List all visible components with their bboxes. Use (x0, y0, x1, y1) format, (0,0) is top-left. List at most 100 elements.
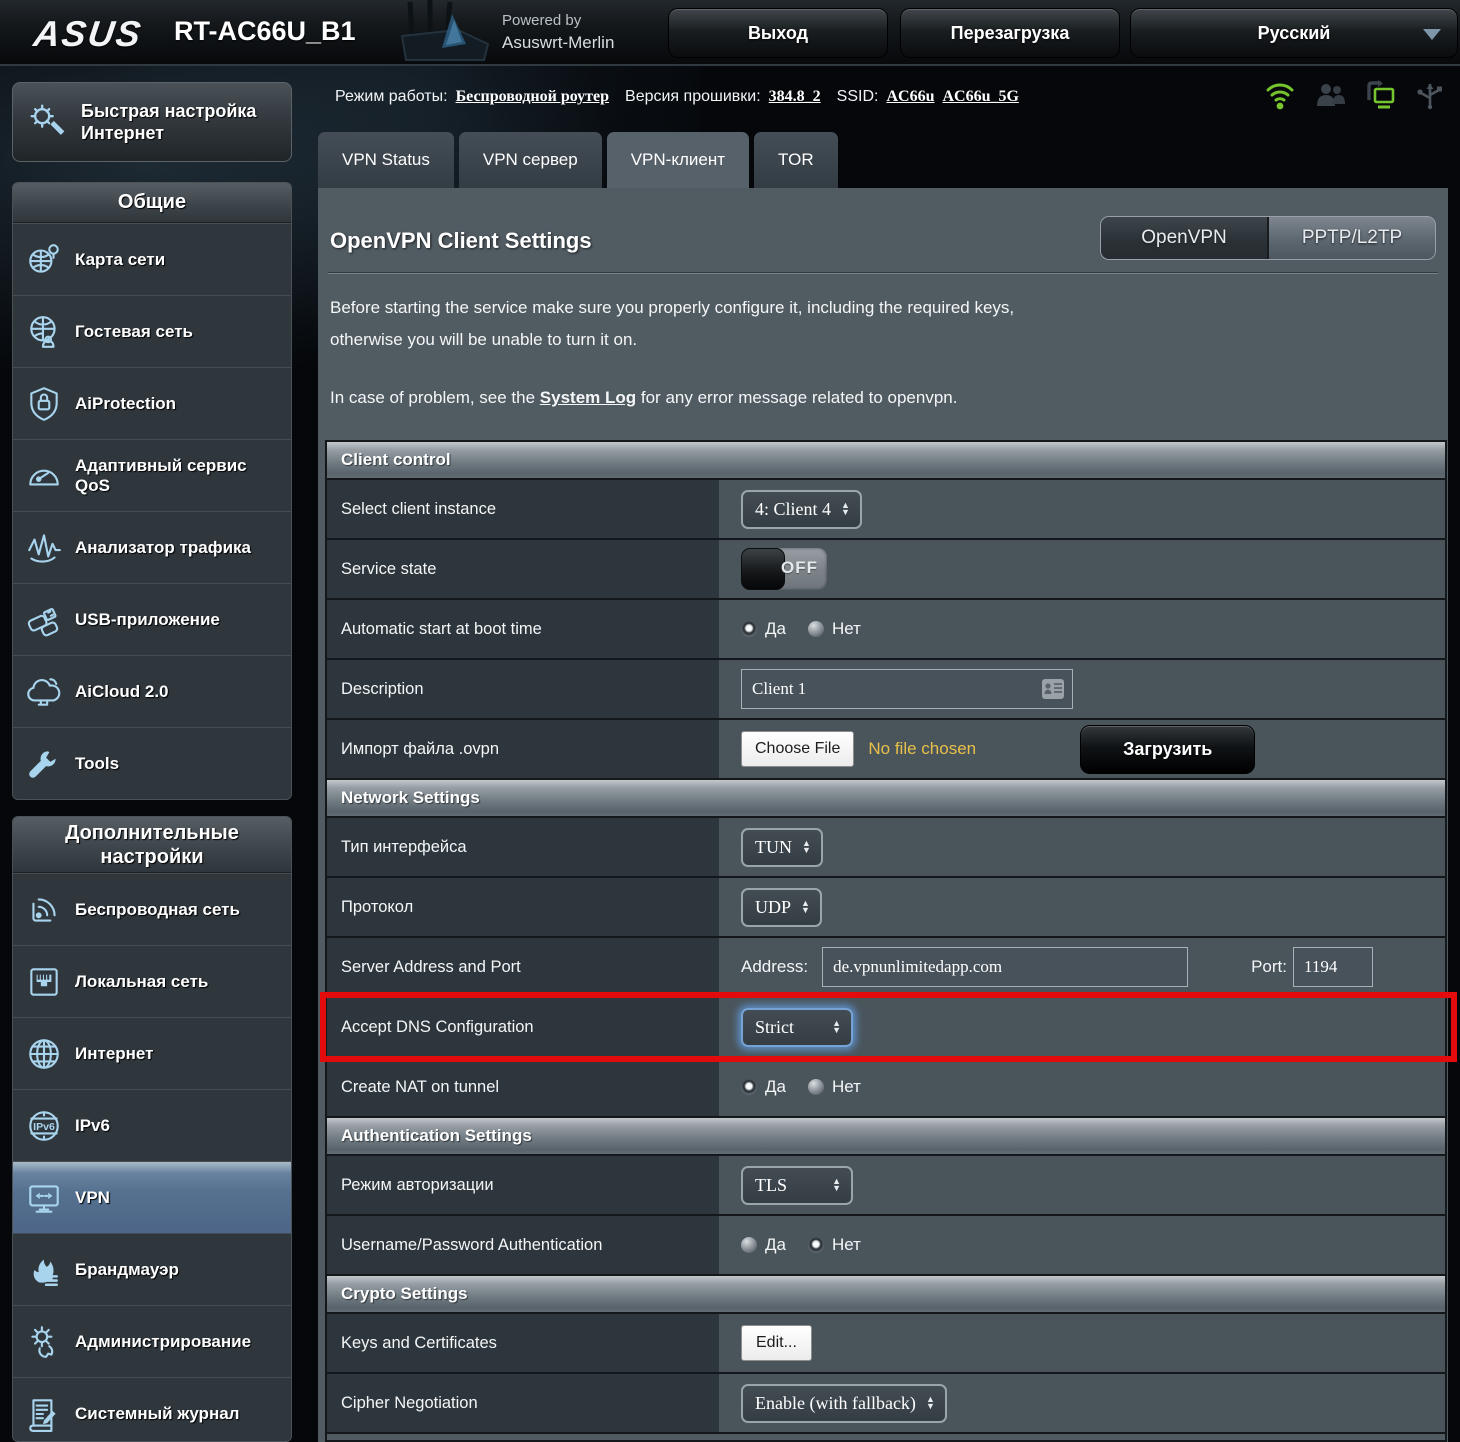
usb-status-icon[interactable] (1414, 78, 1446, 112)
vpn-tabs: VPN Status VPN сервер VPN-клиент TOR (318, 132, 838, 188)
language-value: Русский (1258, 23, 1331, 44)
qos-gauge-icon (25, 457, 63, 495)
ssid-2g-link[interactable]: AC66u (886, 88, 934, 106)
accept-dns-select[interactable]: Strict (741, 1008, 853, 1047)
problem-text: In case of problem, see the System Log f… (330, 388, 957, 408)
protocol-select[interactable]: UDP (741, 888, 822, 927)
firmware-label: Версия прошивки: (625, 88, 761, 106)
sidebar-item-tools[interactable]: Tools (13, 727, 291, 799)
reboot-button[interactable]: Перезагрузка (900, 8, 1120, 58)
server-port-input[interactable] (1293, 947, 1373, 987)
select-arrows-icon (801, 900, 810, 914)
tab-vpn-server[interactable]: VPN сервер (459, 132, 602, 188)
sidebar-item-aiprotection[interactable]: AiProtection (13, 367, 291, 439)
sidebar-item-lan[interactable]: Локальная сеть (13, 945, 291, 1017)
choose-file-button[interactable]: Choose File (741, 731, 854, 767)
select-arrows-icon (802, 840, 811, 854)
tools-wrench-icon (25, 745, 63, 783)
row-protocol: Протокол UDP (327, 878, 1445, 938)
service-state-toggle[interactable]: OFF (741, 548, 827, 590)
row-client-instance: Select client instance 4: Client 4 (327, 480, 1445, 540)
sidebar-advanced-section: Дополнительные настройки Беспроводная се… (12, 816, 292, 1442)
system-log-icon (25, 1395, 63, 1433)
aicloud-icon (25, 673, 63, 711)
router-image (392, 0, 496, 64)
row-server-address-port: Server Address and Port Address: Port: (327, 938, 1445, 998)
toggle-knob (741, 548, 785, 590)
sidebar-item-system-log[interactable]: Системный журнал (13, 1377, 291, 1442)
auth-mode-select[interactable]: TLS (741, 1166, 853, 1205)
row-import-ovpn: Импорт файла .ovpn Choose File No file c… (327, 720, 1445, 780)
firewall-flame-icon (25, 1251, 63, 1289)
administration-icon (25, 1323, 63, 1361)
select-arrows-icon (832, 1178, 841, 1192)
row-userpass-auth: Username/Password Authentication Да Нет (327, 1216, 1445, 1276)
userpass-no-radio[interactable] (808, 1237, 824, 1253)
vpn-type-switch: OpenVPN PPTP/L2TP (1100, 216, 1436, 260)
row-interface-type: Тип интерфейса TUN (327, 818, 1445, 878)
nat-no-radio[interactable] (808, 1079, 824, 1095)
address-label: Address: (741, 957, 808, 977)
vpn-icon (25, 1179, 63, 1217)
sidebar-general-section: Общие Карта сети Гостевая сеть AiProtect… (12, 182, 292, 800)
keys-edit-button[interactable]: Edit... (741, 1325, 812, 1361)
select-arrows-icon (926, 1396, 935, 1410)
sidebar-item-network-map[interactable]: Карта сети (13, 223, 291, 295)
ssid-5g-link[interactable]: AC66u_5G (942, 88, 1018, 106)
sidebar-item-traffic-analyzer[interactable]: Анализатор трафика (13, 511, 291, 583)
tab-vpn-status[interactable]: VPN Status (318, 132, 454, 188)
intro-text: Before starting the service make sure yo… (330, 292, 1014, 356)
openvpn-tab-button[interactable]: OpenVPN (1101, 217, 1267, 259)
sidebar-item-usb-application[interactable]: USB-приложение (13, 583, 291, 655)
auto-start-no-radio[interactable] (808, 621, 824, 637)
mode-link[interactable]: Беспроводной роутер (456, 88, 609, 106)
tab-vpn-client[interactable]: VPN-клиент (607, 132, 749, 188)
language-select[interactable]: Русский (1130, 8, 1458, 58)
wifi-status-icon[interactable] (1264, 78, 1296, 112)
nat-yes-radio[interactable] (741, 1079, 757, 1095)
row-service-state: Service state OFF (327, 540, 1445, 600)
description-input[interactable] (741, 669, 1073, 709)
internet-globe-icon (25, 1035, 63, 1073)
wireless-icon (25, 891, 63, 929)
select-arrows-icon (841, 502, 850, 516)
firmware-link[interactable]: 384.8_2 (769, 88, 821, 106)
userpass-yes-radio[interactable] (741, 1237, 757, 1253)
row-description: Description (327, 660, 1445, 720)
sidebar-item-guest-network[interactable]: Гостевая сеть (13, 295, 291, 367)
clients-status-icon[interactable] (1314, 78, 1346, 112)
powered-by: Powered by Asuswrt-Merlin (502, 10, 614, 54)
sidebar-advanced-title: Дополнительные настройки (13, 817, 291, 873)
row-create-nat: Create NAT on tunnel Да Нет (327, 1058, 1445, 1118)
auto-start-yes-radio[interactable] (741, 621, 757, 637)
client-instance-select[interactable]: 4: Client 4 (741, 490, 862, 529)
pptp-l2tp-tab-button[interactable]: PPTP/L2TP (1267, 217, 1435, 259)
cipher-negotiation-select[interactable]: Enable (with fallback) (741, 1384, 947, 1423)
row-accept-dns: Accept DNS Configuration Strict (327, 998, 1445, 1058)
quick-setup-button[interactable]: Быстрая настройка Интернет (12, 82, 292, 162)
select-arrows-icon (832, 1020, 841, 1034)
sidebar-item-wan[interactable]: Интернет (13, 1017, 291, 1089)
section-network-settings: Network Settings (327, 780, 1445, 818)
ssid-label: SSID: (837, 88, 879, 106)
status-icons (1264, 78, 1446, 112)
sidebar-item-firewall[interactable]: Брандмауэр (13, 1233, 291, 1305)
sidebar-item-vpn[interactable]: VPN (13, 1161, 291, 1233)
sidebar-item-qos[interactable]: Адаптивный сервис QoS (13, 439, 291, 511)
contact-card-icon[interactable] (1041, 678, 1065, 700)
sidebar-item-administration[interactable]: Администри­рование (13, 1305, 291, 1377)
interface-type-select[interactable]: TUN (741, 828, 823, 867)
sidebar-item-ipv6[interactable]: IPv6 IPv6 (13, 1089, 291, 1161)
logout-button[interactable]: Выход (668, 8, 888, 58)
sidebar-item-wireless[interactable]: Беспроводная сеть (13, 873, 291, 945)
server-address-input[interactable] (822, 947, 1188, 987)
sidebar-item-aicloud[interactable]: AiCloud 2.0 (13, 655, 291, 727)
lan-monitor-status-icon[interactable] (1364, 78, 1396, 112)
svg-text:IPv6: IPv6 (33, 1121, 55, 1133)
upload-button[interactable]: Загрузить (1080, 725, 1255, 774)
sidebar-general-title: Общие (13, 183, 291, 223)
system-log-link[interactable]: System Log (540, 388, 636, 407)
tab-tor[interactable]: TOR (754, 132, 838, 188)
aiprotection-shield-icon (25, 385, 63, 423)
row-next-partial (327, 1434, 1445, 1442)
